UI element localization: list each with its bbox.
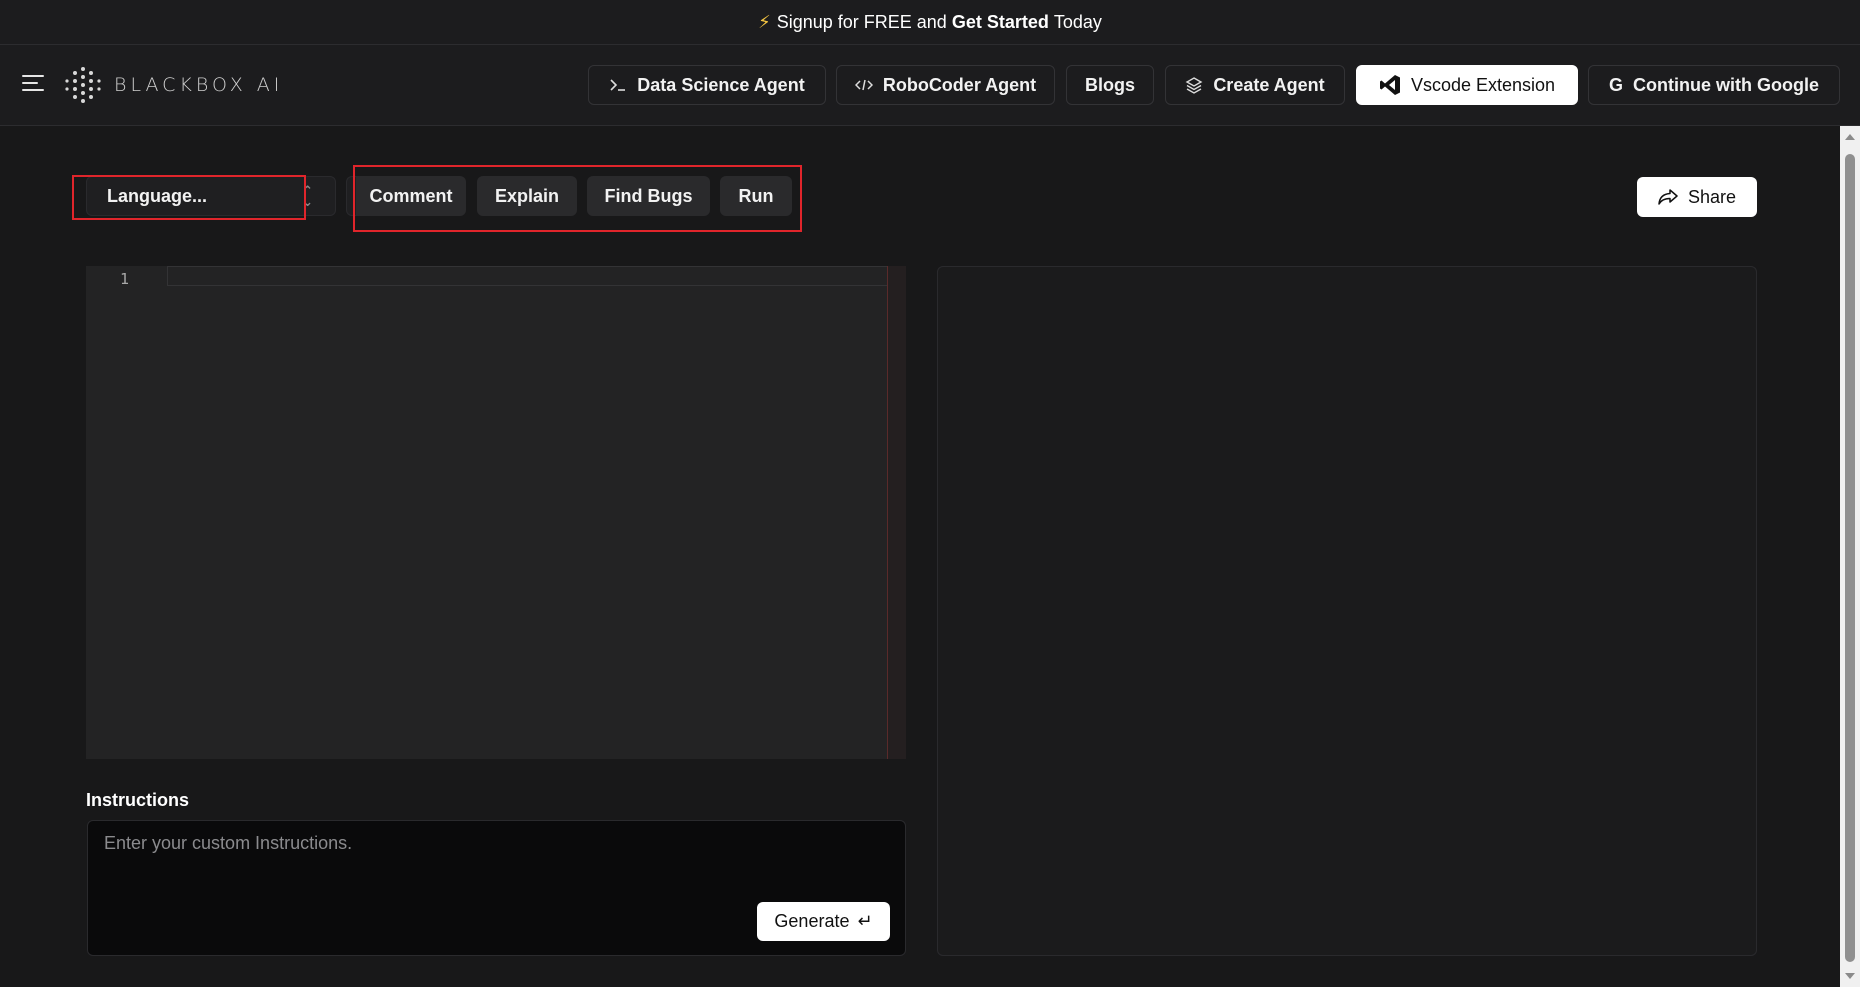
comment-label: Comment xyxy=(369,185,453,206)
top-navbar: BLACKBOX AI Data Science Agent RoboCoder… xyxy=(0,45,1860,126)
vscode-icon xyxy=(1379,74,1401,96)
signup-banner[interactable]: ⚡ Signup for FREE and Get Started Today xyxy=(0,0,1860,45)
code-icon xyxy=(854,78,873,92)
share-label: Share xyxy=(1687,186,1737,207)
scroll-thumb[interactable] xyxy=(1845,154,1855,962)
code-editor[interactable]: 1 xyxy=(86,266,906,759)
return-icon: ↵ xyxy=(857,911,873,931)
layers-icon xyxy=(1185,76,1203,94)
robocoder-agent-button[interactable]: RoboCoder Agent xyxy=(836,65,1055,105)
editor-ruler xyxy=(887,266,906,759)
vscode-extension-button[interactable]: Vscode Extension xyxy=(1356,65,1578,105)
nav-label: Continue with Google xyxy=(1633,74,1819,95)
main-content: Language... ⌃ ⌄ Comment Explain Find Bugs… xyxy=(0,126,1840,987)
scroll-up-arrow-icon[interactable] xyxy=(1845,134,1855,140)
nav-label: Create Agent xyxy=(1213,74,1325,95)
nav-label: Vscode Extension xyxy=(1410,74,1556,95)
continue-with-google-button[interactable]: G Continue with Google xyxy=(1588,65,1840,105)
run-label: Run xyxy=(738,185,774,206)
language-select-value: Language... xyxy=(107,185,208,206)
nav-label: Blogs xyxy=(1084,74,1135,95)
blogs-button[interactable]: Blogs xyxy=(1066,65,1154,105)
logo[interactable]: BLACKBOX AI xyxy=(64,65,283,105)
lightning-icon: ⚡ xyxy=(758,11,771,32)
language-select[interactable]: Language... ⌃ ⌄ xyxy=(86,176,336,216)
page-scrollbar[interactable] xyxy=(1840,126,1860,987)
select-arrows-icon: ⌃ ⌄ xyxy=(302,183,313,209)
explain-button[interactable]: Explain xyxy=(477,176,577,216)
toolbar-divider xyxy=(346,176,356,216)
banner-bold: Get Started xyxy=(951,11,1049,32)
find-bugs-label: Find Bugs xyxy=(604,185,693,206)
google-icon: G xyxy=(1609,74,1624,95)
terminal-icon xyxy=(609,78,627,92)
find-bugs-button[interactable]: Find Bugs xyxy=(587,176,710,216)
scroll-down-arrow-icon[interactable] xyxy=(1845,973,1855,979)
data-science-agent-button[interactable]: Data Science Agent xyxy=(588,65,826,105)
instructions-box: Generate ↵ xyxy=(87,820,906,956)
share-button[interactable]: Share xyxy=(1637,177,1757,217)
nav-label: Data Science Agent xyxy=(637,74,805,95)
generate-label: Generate xyxy=(774,911,850,931)
blackbox-logo-icon xyxy=(65,67,101,103)
create-agent-button[interactable]: Create Agent xyxy=(1165,65,1345,105)
nav-label: RoboCoder Agent xyxy=(882,74,1037,95)
explain-label: Explain xyxy=(494,185,560,206)
instructions-input[interactable] xyxy=(104,833,884,893)
comment-button[interactable]: Comment xyxy=(356,176,466,216)
run-button[interactable]: Run xyxy=(720,176,792,216)
active-line-highlight xyxy=(167,266,897,286)
logo-text: BLACKBOX AI xyxy=(114,74,284,96)
instructions-label: Instructions xyxy=(86,790,190,810)
menu-icon[interactable] xyxy=(22,75,44,93)
share-icon xyxy=(1658,189,1678,205)
generate-button[interactable]: Generate ↵ xyxy=(757,902,890,941)
banner-suffix: Today xyxy=(1053,11,1102,32)
line-number: 1 xyxy=(120,270,130,288)
banner-prefix: Signup for FREE and xyxy=(776,11,947,32)
output-panel xyxy=(937,266,1757,956)
